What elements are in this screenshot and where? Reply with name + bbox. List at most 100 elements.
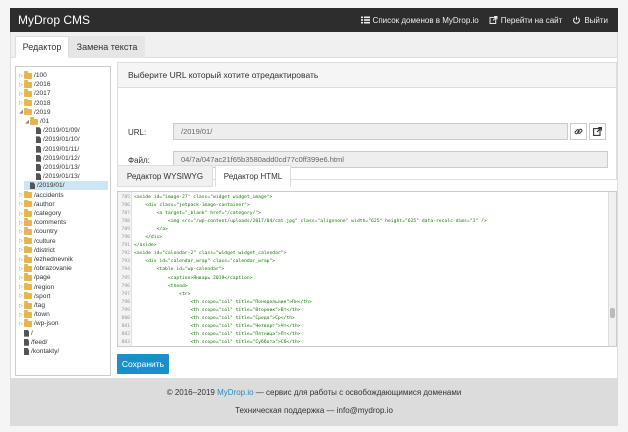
tree-file[interactable]: /2019/01/13/ [30,163,80,172]
tree-item-label: /tag [34,302,45,309]
code-line: 791 </aside> [118,242,157,250]
tree-file[interactable]: /feed/ [18,338,48,347]
line-number: 785 [121,194,130,200]
line-number: 799 [121,307,130,313]
html-code-editor[interactable]: 785 <aside id="image-27" class="widget wi… [117,191,617,347]
tab-html[interactable]: Редактор HTML [215,165,291,187]
footer-copyright: © 2016–2019 MyDrop.io — сервис для работ… [10,388,618,397]
tree-folder[interactable]: ▷/2016 [18,80,51,89]
tree-folder[interactable]: ▷/tag [18,301,45,310]
tree-folder[interactable]: ▷/2017 [18,89,51,98]
url-field[interactable]: /2019/01/ [173,123,568,140]
tree-file[interactable]: /2019/01/12/ [30,154,80,163]
tree-folder[interactable]: ▷/country [18,227,57,236]
external-link-icon [489,16,498,24]
tree-folder[interactable]: ▷/region [18,282,54,292]
line-number: 793 [121,259,130,265]
file-icon [36,127,41,135]
code-line: 785 <aside id="image-27" class="widget wi… [118,193,273,201]
tree-file[interactable]: /2019/01/10/ [30,135,80,144]
link-icon [574,128,583,135]
line-number: 797 [121,291,130,297]
code-text: <th scope="col" title="Вторник">Вт</th> [134,307,301,313]
tree-item-label: /2018 [34,99,51,107]
code-text: <img src="/wp-content/uploads/2017/04/ca… [134,218,487,224]
line-number: 789 [121,226,130,232]
tree-item-label: /2019/01/10/ [43,136,80,144]
tree-item-label: /wp-json [34,320,59,328]
line-number: 790 [121,235,130,240]
tree-item-label: /2019 [34,108,51,116]
scroll-thumb[interactable] [610,308,615,318]
app-title[interactable]: MyDrop CMS [10,13,361,27]
tree-file[interactable]: /2019/01/11/ [30,145,79,154]
file-icon [36,136,41,144]
folder-icon [24,301,32,309]
folder-icon [24,273,32,281]
tree-folder[interactable]: ▷/accidents [18,190,64,200]
tree-folder[interactable]: ▷/100 [18,71,47,80]
top-navbar: MyDrop CMS Список доменов в MyDrop.io Пе… [10,8,618,32]
tree-file[interactable]: / [18,329,33,338]
main-panel: Редактор Замена текста ▷/100 ▷/2016 ▷/2017… [10,32,618,378]
save-button[interactable]: Сохранить [117,354,169,374]
logout-label: Выйти [584,15,608,25]
folder-icon [24,107,32,116]
service-description: — сервис для работы с освобождающимися д… [253,388,462,397]
tree-folder[interactable]: ▷/district [18,245,55,255]
goto-site-link[interactable]: Перейти на сайт [489,16,562,25]
editor-tabs: Редактор WYSIWYG Редактор HTML [117,165,617,187]
mydrop-link[interactable]: MyDrop.io [217,388,253,397]
editor-scrollbar[interactable] [608,192,616,346]
tab-text-replace[interactable]: Замена текста [69,36,145,58]
tree-item-label: /ezhednevnik [34,256,73,263]
tree-folder[interactable]: ▷/town [18,310,50,319]
tree-folder[interactable]: ◢/01 [24,117,49,126]
line-number: 787 [121,210,130,216]
logout-link[interactable]: Выйти [572,16,608,25]
file-icon [24,329,29,337]
tree-folder[interactable]: ▷/category [18,209,61,218]
line-number: 801 [121,324,130,330]
code-text: <aside id="image-27" class="widget widge… [134,194,273,200]
copy-link-button[interactable] [570,123,587,140]
tab-wysiwyg[interactable]: Редактор WYSIWYG [117,165,213,187]
tree-folder[interactable]: ▷/page [18,273,51,282]
code-line: 797 <tr> [118,290,191,298]
tree-folder[interactable]: ▷/author [18,199,55,209]
code-line: 790 </div> [118,234,163,242]
folder-icon [24,245,32,254]
code-text: </div> [134,235,163,240]
tree-folder[interactable]: ▷/obrazovanie [18,264,72,273]
tree-folder[interactable]: ▷/2018 [18,98,51,108]
line-number: 795 [121,275,130,281]
folder-icon [24,264,32,272]
tree-folder[interactable]: ◢/2019 [18,107,51,117]
file-icon [36,145,41,153]
domain-list-link[interactable]: Список доменов в MyDrop.io [360,16,479,25]
folder-icon [30,117,38,125]
code-text: <aside id="calendar-2" class="widget wid… [134,251,287,257]
tree-folder[interactable]: ▷/wp-json [18,319,59,328]
tree-folder[interactable]: ▷/sport [18,291,51,301]
tree-item-label: /district [34,246,55,254]
tree-folder[interactable]: ▷/ezhednevnik [18,255,73,264]
tree-file[interactable]: /2019/01/13/ [30,172,80,181]
list-icon [360,16,370,24]
code-text: <th scope="col" title="Четверг">Чт</th> [134,324,301,330]
folder-icon [24,209,32,217]
tree-item-label: /2019/01/11/ [43,145,80,153]
folder-icon [24,98,32,107]
tree-item-label: /2019/01/09/ [43,127,80,135]
file-icon [30,182,35,190]
tree-file[interactable]: /2019/01/ [24,181,108,191]
tree-folder[interactable]: ▷/comments [18,218,66,227]
folder-icon [24,190,32,199]
tree-item-label: /2017 [34,90,51,98]
tab-editor[interactable]: Редактор [15,36,69,58]
tree-file[interactable]: /2019/01/09/ [30,126,80,135]
tree-folder[interactable]: ▷/culture [18,236,56,246]
line-number: 786 [121,202,130,208]
tree-file[interactable]: /kontakty/ [18,347,59,356]
open-url-button[interactable] [589,123,606,140]
